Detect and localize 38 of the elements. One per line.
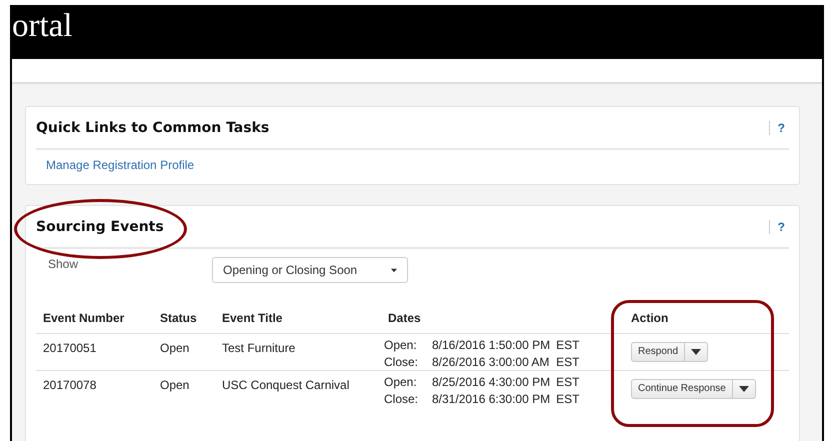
caret-icon	[391, 268, 397, 272]
quick-link[interactable]: Manage Registration Profile	[46, 158, 194, 172]
table-cell: Open	[153, 370, 215, 407]
help-link[interactable]: ?	[768, 220, 785, 234]
action-button[interactable]: Continue Response	[631, 378, 733, 398]
filter-label: Show	[48, 257, 80, 271]
time-zone: EST	[556, 392, 580, 406]
date-value: 8/16/2016 1:50:00 PM	[432, 338, 550, 352]
time-zone: EST	[556, 374, 580, 388]
time-zone: EST	[556, 354, 580, 368]
column-header: Dates	[377, 303, 624, 333]
column-header: Event Title	[215, 303, 377, 333]
date-value: 8/25/2016 4:30:00 PM	[432, 374, 550, 388]
date-value: 8/31/2016 6:30:00 PM	[432, 392, 550, 406]
date-label: Close:	[384, 392, 420, 406]
column-header: Status	[153, 303, 215, 333]
table-cell: USC Conquest Carnival	[215, 370, 377, 407]
time-zone: EST	[556, 338, 580, 352]
date-label: Close:	[384, 354, 420, 368]
help-link[interactable]: ?	[768, 120, 785, 134]
column-header: Event Number	[36, 303, 153, 333]
section-title: Sourcing Events	[36, 218, 164, 234]
section-title: Quick Links to Common Tasks	[36, 120, 270, 136]
caret-icon	[691, 348, 702, 354]
dropdown-toggle[interactable]	[685, 342, 708, 362]
action-button[interactable]: Respond	[631, 342, 686, 362]
table-cell: Open	[153, 333, 215, 370]
date-value: 8/26/2016 3:00:00 AM	[432, 354, 550, 368]
dropdown-toggle[interactable]	[732, 378, 756, 398]
date-label: Open:	[384, 374, 418, 388]
portal-title: ortal	[12, 8, 72, 45]
filter-dropdown[interactable]: Opening or Closing Soon	[212, 257, 408, 283]
date-label: Open:	[384, 338, 418, 352]
table-cell: Test Furniture	[215, 333, 377, 370]
table-cell: 20170078	[36, 370, 153, 407]
caret-icon	[738, 386, 749, 392]
column-header: Action	[624, 303, 789, 333]
table-cell: 20170051	[36, 333, 153, 370]
